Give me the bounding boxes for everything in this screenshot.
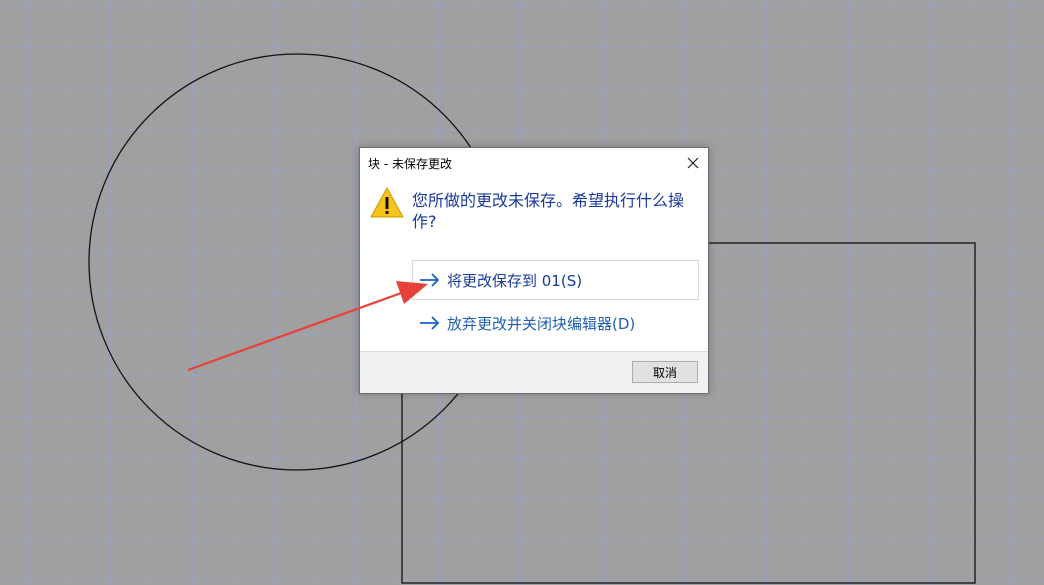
save-changes-button[interactable]: 将更改保存到 01(S) [412, 260, 699, 300]
discard-changes-label: 放弃更改并关闭块编辑器(D) [447, 314, 636, 333]
warning-triangle-icon [370, 186, 404, 218]
dialog-title-bar[interactable]: 块 - 未保存更改 [360, 148, 708, 177]
arrow-right-icon [420, 273, 440, 287]
dialog-footer: 取消 [360, 351, 708, 393]
close-button[interactable] [682, 152, 704, 174]
cancel-button[interactable]: 取消 [632, 361, 698, 383]
close-icon [687, 157, 699, 169]
dialog-title: 块 - 未保存更改 [368, 157, 452, 171]
dialog-message: 您所做的更改未保存。希望执行什么操作? [412, 191, 685, 231]
save-changes-label: 将更改保存到 01(S) [447, 271, 583, 290]
arrow-right-icon [420, 316, 440, 330]
discard-changes-button[interactable]: 放弃更改并关闭块编辑器(D) [412, 303, 699, 343]
unsaved-changes-dialog: 块 - 未保存更改 您所做的更改未保存。希望执行什么操作? 将更改保存到 01(… [359, 147, 709, 394]
